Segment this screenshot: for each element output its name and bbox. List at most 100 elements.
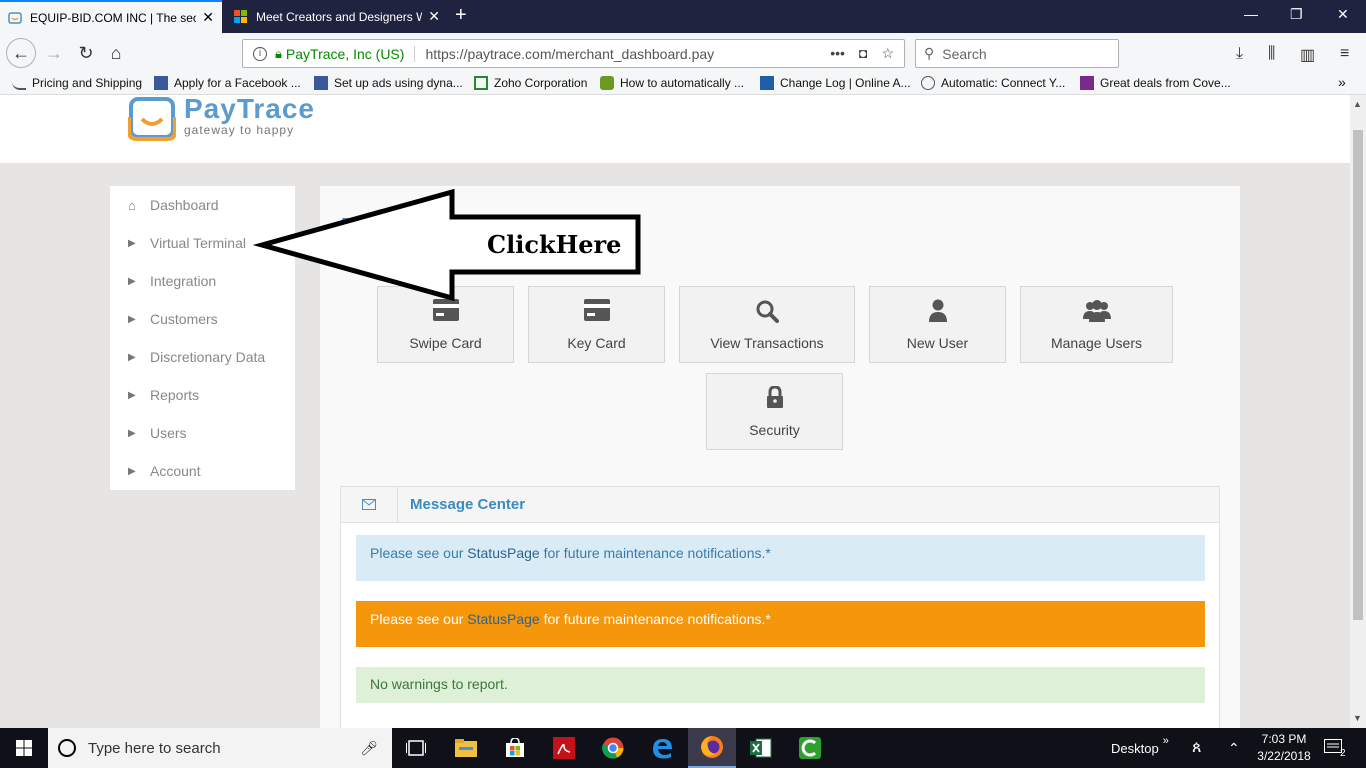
info-icon[interactable]: i xyxy=(253,46,267,61)
sidebar-item-users[interactable]: ▶ Users xyxy=(110,414,295,452)
success-alert: No warnings to report. xyxy=(356,667,1205,703)
chrome-icon[interactable] xyxy=(589,728,637,768)
sidebar-item-discretionary-data[interactable]: ▶ Discretionary Data xyxy=(110,338,295,376)
sidebar-item-account[interactable]: ▶ Account xyxy=(110,452,295,490)
page-scrollbar[interactable]: ▲ ▼ xyxy=(1350,95,1366,728)
reload-icon[interactable]: ↻ xyxy=(72,39,100,67)
dashboard-panel: Dashboard Swipe Card Key Card View Trans… xyxy=(320,186,1240,728)
taskbar-search-box[interactable]: Type here to search 🎤︎ xyxy=(48,728,392,768)
acrobat-icon[interactable] xyxy=(540,728,588,768)
sidebar-item-dashboard[interactable]: ⌂ Dashboard xyxy=(110,186,295,224)
scroll-down-icon[interactable]: ▼ xyxy=(1353,713,1362,723)
minimize-icon[interactable]: — xyxy=(1244,6,1258,22)
site-header: PayTrace gateway to happy xyxy=(0,95,1350,163)
browser-tab-inactive[interactable]: Meet Creators and Designers W ✕ xyxy=(226,0,448,33)
tab-title: EQUIP-BID.COM INC | The secu xyxy=(30,10,197,25)
sidebar-toggle-icon[interactable]: ▥ xyxy=(1300,45,1315,65)
envelope-icon xyxy=(341,487,398,522)
swipe-card-button[interactable]: Swipe Card xyxy=(377,286,514,363)
paytrace-logo[interactable]: PayTrace gateway to happy xyxy=(128,95,315,141)
browser-tab-bar: EQUIP-BID.COM INC | The secu ✕ Meet Crea… xyxy=(0,0,1366,33)
menu-icon[interactable]: ≡ xyxy=(1340,45,1349,63)
search-placeholder: Search xyxy=(942,45,987,62)
sidebar-item-customers[interactable]: ▶ Customers xyxy=(110,300,295,338)
lock-icon[interactable]: 🔒︎ xyxy=(275,46,282,62)
search-bar[interactable]: ⚲ Search xyxy=(915,39,1119,68)
caret-right-icon: ▶ xyxy=(128,275,136,287)
bookmark-item[interactable]: Automatic: Connect Y... xyxy=(921,76,1065,90)
warning-alert: Please see our StatusPage for future mai… xyxy=(356,601,1205,647)
brand-tagline: gateway to happy xyxy=(184,123,295,137)
store-icon[interactable] xyxy=(491,728,539,768)
forward-icon[interactable]: → xyxy=(40,39,68,67)
new-tab-icon[interactable]: + xyxy=(455,4,467,27)
site-identity[interactable]: PayTrace, Inc (US) xyxy=(286,45,416,62)
sidebar-item-virtual-terminal[interactable]: ▶ Virtual Terminal xyxy=(110,224,295,262)
windows-start-icon[interactable] xyxy=(0,728,48,768)
camtasia-icon[interactable] xyxy=(786,728,834,768)
bookmark-star-icon[interactable]: ☆ xyxy=(881,45,894,62)
page-title: Dashboard xyxy=(340,212,477,243)
bookmark-item[interactable]: Pricing and Shipping xyxy=(12,76,142,90)
caret-right-icon: ▶ xyxy=(128,351,136,363)
download-icon[interactable]: ⤓ xyxy=(1236,45,1243,63)
automatic-icon xyxy=(921,76,935,90)
bookmark-item[interactable]: Change Log | Online A... xyxy=(760,76,911,90)
microsoft-favicon-icon xyxy=(234,9,247,23)
notification-count: 2 xyxy=(1340,747,1346,759)
message-center-header: Message Center xyxy=(340,486,1220,523)
action-center-icon[interactable]: 2 xyxy=(1324,728,1346,768)
bookmark-favicon-icon xyxy=(12,76,26,90)
key-card-button[interactable]: Key Card xyxy=(528,286,665,363)
system-clock[interactable]: 7:03 PM 3/22/2018 xyxy=(1250,731,1318,765)
lock-icon xyxy=(766,386,783,408)
sidebar-item-reports[interactable]: ▶ Reports xyxy=(110,376,295,414)
home-button-icon[interactable]: ⌂ xyxy=(102,39,130,67)
toolbar-expand-icon[interactable]: » xyxy=(1163,735,1169,747)
show-hidden-icons-icon[interactable]: ⌃ xyxy=(1228,728,1240,768)
statuspage-link[interactable]: StatusPage xyxy=(467,611,539,627)
desktop-toolbar[interactable]: Desktop» xyxy=(1111,728,1169,768)
bookmark-item[interactable]: Set up ads using dyna... xyxy=(314,76,463,90)
statuspage-link[interactable]: StatusPage xyxy=(467,545,539,561)
bookmark-item[interactable]: Zoho Corporation xyxy=(474,76,587,90)
page-actions-icon[interactable]: ••• xyxy=(830,45,845,62)
caret-right-icon: ▶ xyxy=(128,465,136,477)
more-bookmarks-icon[interactable]: » xyxy=(1338,74,1346,90)
view-transactions-button[interactable]: View Transactions xyxy=(679,286,855,363)
bookmark-item[interactable]: How to automatically ... xyxy=(600,76,744,90)
scroll-up-icon[interactable]: ▲ xyxy=(1353,99,1362,109)
browser-tab-active[interactable]: EQUIP-BID.COM INC | The secu ✕ xyxy=(0,0,222,33)
people-icon[interactable]: ጰ xyxy=(1192,728,1202,768)
file-explorer-icon[interactable] xyxy=(442,728,490,768)
close-window-icon[interactable]: ✕ xyxy=(1337,6,1349,23)
search-icon: ⚲ xyxy=(924,45,935,61)
caret-right-icon: ▶ xyxy=(128,237,136,249)
page-viewport: PayTrace gateway to happy ⌂ Dashboard ▶ Vi… xyxy=(0,95,1350,728)
url-text[interactable]: https://paytrace.com/merchant_dashboard.… xyxy=(425,46,830,62)
close-tab-icon[interactable]: ✕ xyxy=(428,8,440,25)
sidebar-item-integration[interactable]: ▶ Integration xyxy=(110,262,295,300)
bookmark-favicon-icon xyxy=(600,76,614,90)
new-user-button[interactable]: New User xyxy=(869,286,1006,363)
bookmark-item[interactable]: Great deals from Cove... xyxy=(1080,76,1231,90)
address-bar[interactable]: i 🔒︎ PayTrace, Inc (US) https://paytrace… xyxy=(242,39,905,68)
restore-icon[interactable]: ❐ xyxy=(1290,6,1303,23)
bookmark-item[interactable]: Apply for a Facebook ... xyxy=(154,76,301,90)
back-icon[interactable]: ← xyxy=(6,38,36,68)
security-button[interactable]: Security xyxy=(706,373,843,450)
excel-icon[interactable] xyxy=(737,728,785,768)
scrollbar-thumb[interactable] xyxy=(1353,130,1363,620)
library-icon[interactable]: ⫼ xyxy=(1268,45,1275,63)
pocket-icon[interactable]: ◘ xyxy=(859,45,867,62)
close-tab-icon[interactable]: ✕ xyxy=(202,9,214,26)
firefox-icon[interactable] xyxy=(688,728,736,768)
home-icon: ⌂ xyxy=(128,197,136,213)
task-view-icon[interactable] xyxy=(392,728,440,768)
brand-name: PayTrace xyxy=(184,95,315,124)
edge-icon[interactable] xyxy=(638,728,686,768)
manage-users-button[interactable]: Manage Users xyxy=(1020,286,1173,363)
sidebar-nav: ⌂ Dashboard ▶ Virtual Terminal ▶ Integratio… xyxy=(110,186,295,490)
caret-right-icon: ▶ xyxy=(128,313,136,325)
microphone-icon[interactable]: 🎤︎ xyxy=(360,740,378,757)
